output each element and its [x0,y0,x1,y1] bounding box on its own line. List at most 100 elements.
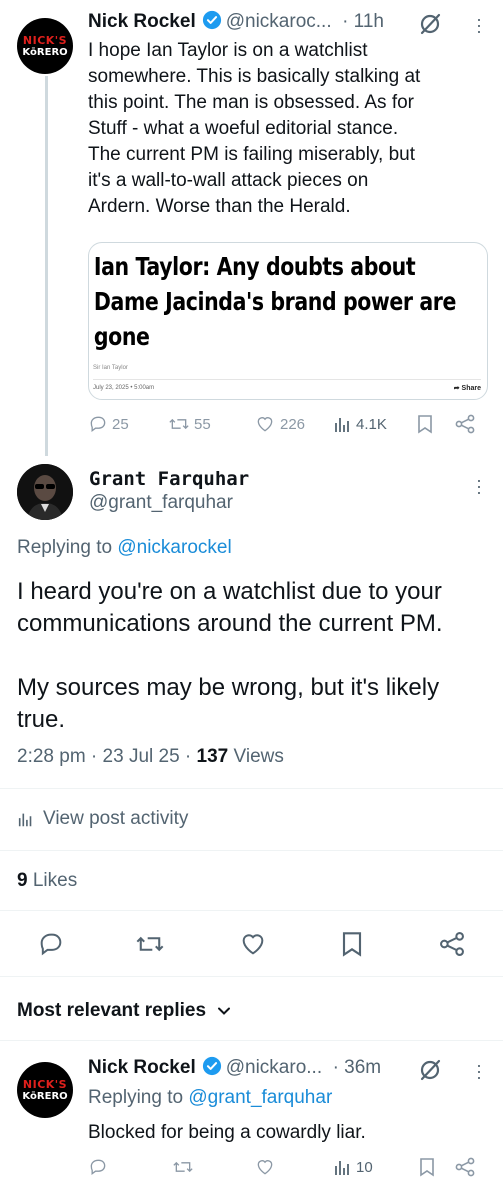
more-options-icon[interactable]: · · · [476,471,482,501]
avatar[interactable]: NICK'S KōRERO [17,1062,73,1118]
activity-label: View post activity [43,808,189,829]
tweet-body: I heard you're on a watchlist due to you… [17,576,443,736]
replying-to-link[interactable]: @grant_farquhar [188,1087,332,1108]
card-share-label: Share [461,385,481,392]
thread-line [45,76,48,456]
grok-icon[interactable] [418,1058,442,1082]
repost-icon[interactable] [135,930,165,958]
share-icon[interactable] [438,930,466,958]
heart-icon[interactable] [254,1157,276,1177]
author-name[interactable]: Nick Rockel [88,11,196,32]
tweet-body: I hope Ian Taylor is on a watchlist some… [88,38,420,220]
tweet-text-line: this point. The man is obsessed. As for [88,92,414,113]
tweet-time[interactable]: · 11h [342,11,384,32]
repost-icon [169,418,189,430]
timestamp-text[interactable]: 2:28 pm · 23 Jul 25 · [17,746,191,767]
replies-sort-dropdown[interactable]: Most relevant replies [17,1000,232,1022]
grok-icon[interactable] [418,12,442,36]
replying-to: Replying to @grant_farquhar [88,1087,332,1109]
avatar-text-top: NICK'S [22,1077,68,1091]
repost-count: 55 [194,415,211,433]
tweet-text-line: true. [17,706,66,733]
tweet-text-line: somewhere. This is basically stalking at [88,66,421,87]
replying-to: Replying to @nickarockel [17,537,232,559]
tweet-text-line: Stuff - what a woeful editorial stance. [88,118,399,139]
likes-label: Likes [32,870,78,891]
replying-to-link[interactable]: @nickarockel [117,537,231,558]
share-arrow-icon: ➦ [453,385,462,392]
share-icon[interactable] [454,1157,476,1177]
reply-icon[interactable] [88,1157,108,1177]
reply-action-bar: 10 [88,1157,488,1181]
person-photo-icon [17,464,73,520]
divider [0,788,503,789]
avatar[interactable] [17,464,73,520]
tweet-timestamp: 2:28 pm · 23 Jul 25 · 137 Views [17,746,284,768]
tweet-text-line: it's a wall-to-wall attack pieces on [88,170,369,191]
card-headline: Ian Taylor: Any doubts about Dame Jacind… [89,243,487,354]
likes-summary[interactable]: 9 Likes [17,870,77,892]
analytics-icon [335,1161,349,1175]
more-options-icon[interactable]: · · · [476,1056,482,1086]
card-headline-line: gone [93,322,150,351]
tweet-text-line: My sources may be wrong, but it's likely [17,674,440,701]
verified-badge-icon [202,10,221,30]
divider [0,976,503,977]
reply-time[interactable]: · 36m [333,1057,382,1078]
likes-count: 9 [17,870,28,891]
heart-icon [257,417,273,432]
verified-badge-icon [202,1056,221,1076]
author-name[interactable]: Nick Rockel [88,1057,196,1078]
reply-count: 25 [112,415,129,433]
reply-button[interactable]: 25 [88,414,129,434]
view-activity-link[interactable]: View post activity [17,808,188,830]
tweet-text-line: communications around the current PM. [17,610,443,637]
repost-button[interactable]: 55 [168,414,211,434]
views-count: 137 [196,746,229,767]
card-byline: Sir Ian Taylor [93,365,128,371]
card-headline-line: Dame Jacinda's brand power are [93,287,456,316]
views-button[interactable]: 10 [334,1157,373,1177]
avatar-text-bottom: KōRERO [22,1090,68,1102]
views-count: 4.1K [356,415,387,433]
heart-icon[interactable] [238,930,268,958]
main-action-bar [0,926,503,962]
tweet-text-line: Ardern. Worse than the Herald. [88,196,351,217]
share-icon[interactable] [454,414,476,434]
tweet-text-line: I hope Ian Taylor is on a watchlist [88,40,368,61]
analytics-icon [18,813,32,827]
author-handle[interactable]: @nickaro... [226,1057,322,1078]
views-count: 10 [356,1158,373,1176]
analytics-icon [335,418,349,432]
avatar-text-top: NICK'S [22,33,68,47]
card-divider [93,379,481,380]
avatar[interactable]: NICK'S KōRERO [17,18,73,74]
views-button[interactable]: 4.1K [334,414,387,434]
views-label: Views [233,746,284,767]
replying-label: Replying to [88,1087,184,1108]
reply-text: Blocked for being a cowardly liar. [88,1122,366,1143]
more-options-icon[interactable]: · · · [476,10,482,40]
card-date: July 23, 2025 • 5:00am [93,385,155,391]
bookmark-icon[interactable] [416,414,434,434]
bookmark-icon[interactable] [418,1157,436,1177]
link-preview-card[interactable]: Ian Taylor: Any doubts about Dame Jacind… [88,242,488,400]
tweet-action-bar: 25 55 226 4.1K [88,412,488,436]
author-handle[interactable]: @grant_farquhar [89,492,233,514]
card-headline-line: Ian Taylor: Any doubts about [93,252,416,281]
like-button[interactable]: 226 [254,414,305,434]
replying-label: Replying to [17,537,113,558]
tweet-header: Nick Rockel @nickaroc... · 11h [88,10,384,33]
repost-icon[interactable] [172,1157,194,1177]
bookmark-icon[interactable] [340,930,364,958]
tweet-text-line: The current PM is failing miserably, but [88,144,415,165]
divider [0,850,503,851]
divider [0,1040,503,1041]
like-count: 226 [280,415,306,433]
card-share[interactable]: ➦ Share [454,384,481,392]
reply-icon[interactable] [37,930,65,958]
divider [0,910,503,911]
author-name[interactable]: Grant Farquhar [89,468,249,490]
author-handle[interactable]: @nickaroc... [226,11,332,32]
